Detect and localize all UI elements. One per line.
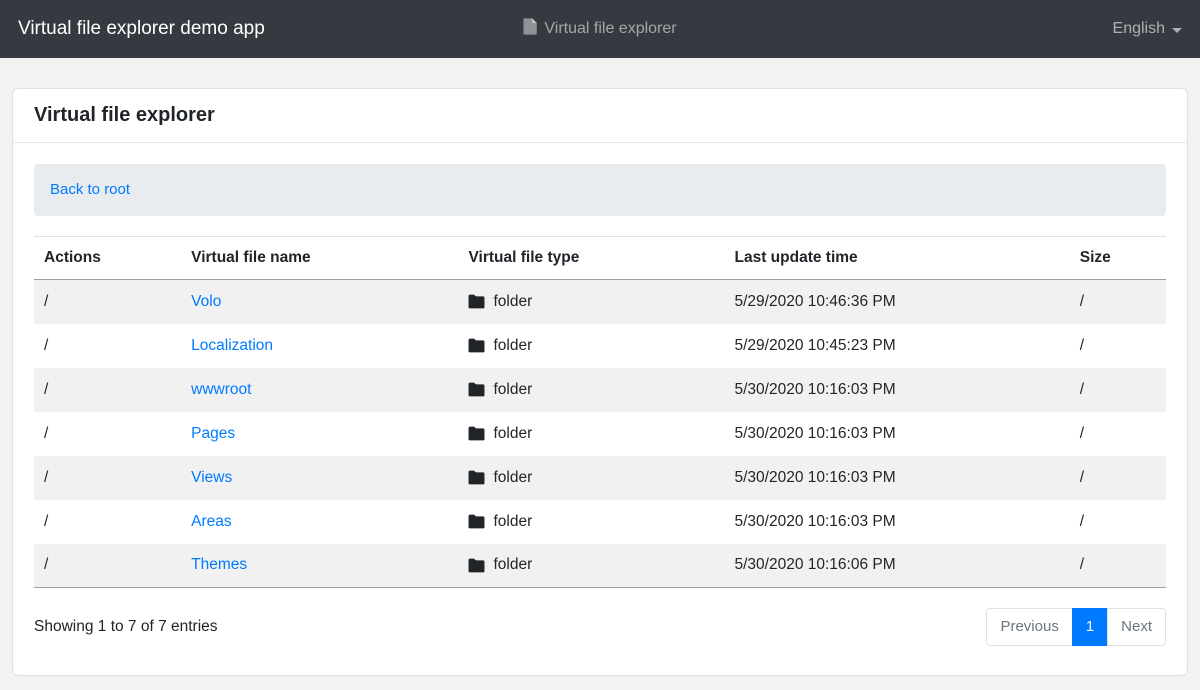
file-name-link[interactable]: wwwroot bbox=[191, 381, 251, 398]
folder-icon bbox=[468, 514, 485, 529]
file-type-label: folder bbox=[493, 556, 532, 574]
file-name-link[interactable]: Themes bbox=[191, 556, 247, 573]
file-type-label: folder bbox=[493, 337, 532, 355]
page-1-button[interactable]: 1 bbox=[1072, 608, 1108, 646]
size-cell: / bbox=[1070, 280, 1166, 324]
column-header-size: Size bbox=[1070, 237, 1166, 280]
file-name-link[interactable]: Areas bbox=[191, 513, 232, 530]
back-to-root-link[interactable]: Back to root bbox=[50, 181, 130, 198]
file-type-label: folder bbox=[493, 293, 532, 311]
size-cell: / bbox=[1070, 500, 1166, 544]
file-type-label: folder bbox=[493, 513, 532, 531]
navbar-page-label: Virtual file explorer bbox=[544, 20, 676, 38]
card-title: Virtual file explorer bbox=[13, 89, 1187, 143]
table-row: / Areas folder 5/30/2020 10:16:03 PM / bbox=[34, 500, 1166, 544]
actions-cell: / bbox=[34, 500, 181, 544]
size-cell: / bbox=[1070, 324, 1166, 368]
folder-icon bbox=[468, 294, 485, 309]
actions-cell: / bbox=[34, 456, 181, 500]
table-row: / Views folder 5/30/2020 10:16:03 PM / bbox=[34, 456, 1166, 500]
actions-cell: / bbox=[34, 324, 181, 368]
last-update-cell: 5/30/2020 10:16:03 PM bbox=[725, 456, 1070, 500]
column-header-file-name: Virtual file name bbox=[181, 237, 458, 280]
file-type-label: folder bbox=[493, 381, 532, 399]
pagination: Previous 1 Next bbox=[986, 608, 1166, 646]
table-row: / Localization folder 5/29/2020 10:45:23… bbox=[34, 324, 1166, 368]
folder-icon bbox=[468, 470, 485, 485]
last-update-cell: 5/30/2020 10:16:06 PM bbox=[725, 544, 1070, 588]
breadcrumb: Back to root bbox=[34, 164, 1166, 216]
table-body: / Volo folder 5/29/2020 10:46:36 PM / / … bbox=[34, 280, 1166, 588]
file-name-link[interactable]: Views bbox=[191, 469, 232, 486]
size-cell: / bbox=[1070, 368, 1166, 412]
actions-cell: / bbox=[34, 280, 181, 324]
last-update-cell: 5/30/2020 10:16:03 PM bbox=[725, 368, 1070, 412]
file-explorer-card: Virtual file explorer Back to root Actio… bbox=[12, 88, 1188, 676]
column-header-actions: Actions bbox=[34, 237, 181, 280]
language-label: English bbox=[1113, 20, 1165, 38]
last-update-cell: 5/29/2020 10:46:36 PM bbox=[725, 280, 1070, 324]
last-update-cell: 5/30/2020 10:16:03 PM bbox=[725, 412, 1070, 456]
app-brand[interactable]: Virtual file explorer demo app bbox=[18, 18, 265, 40]
last-update-cell: 5/29/2020 10:45:23 PM bbox=[725, 324, 1070, 368]
card-body: Back to root Actions Virtual file name V… bbox=[13, 143, 1187, 667]
file-icon bbox=[523, 18, 537, 40]
folder-icon bbox=[468, 338, 485, 353]
size-cell: / bbox=[1070, 544, 1166, 588]
table-header-row: Actions Virtual file name Virtual file t… bbox=[34, 237, 1166, 280]
file-table: Actions Virtual file name Virtual file t… bbox=[34, 236, 1166, 588]
caret-down-icon bbox=[1172, 28, 1182, 33]
table-footer: Showing 1 to 7 of 7 entries Previous 1 N… bbox=[34, 608, 1166, 646]
file-type-label: folder bbox=[493, 425, 532, 443]
actions-cell: / bbox=[34, 544, 181, 588]
actions-cell: / bbox=[34, 412, 181, 456]
table-row: / wwwroot folder 5/30/2020 10:16:03 PM / bbox=[34, 368, 1166, 412]
folder-icon bbox=[468, 382, 485, 397]
table-row: / Volo folder 5/29/2020 10:46:36 PM / bbox=[34, 280, 1166, 324]
column-header-last-update: Last update time bbox=[725, 237, 1070, 280]
file-type-label: folder bbox=[493, 469, 532, 487]
entries-info: Showing 1 to 7 of 7 entries bbox=[34, 618, 218, 636]
column-header-file-type: Virtual file type bbox=[458, 237, 724, 280]
language-dropdown[interactable]: English bbox=[1113, 20, 1182, 38]
next-page-button[interactable]: Next bbox=[1107, 608, 1166, 646]
file-name-link[interactable]: Localization bbox=[191, 337, 273, 354]
table-row: / Pages folder 5/30/2020 10:16:03 PM / bbox=[34, 412, 1166, 456]
navbar: Virtual file explorer demo app Virtual f… bbox=[0, 0, 1200, 58]
file-name-link[interactable]: Pages bbox=[191, 425, 235, 442]
file-name-link[interactable]: Volo bbox=[191, 293, 221, 310]
navbar-page-indicator: Virtual file explorer bbox=[523, 18, 676, 40]
table-row: / Themes folder 5/30/2020 10:16:06 PM / bbox=[34, 544, 1166, 588]
folder-icon bbox=[468, 558, 485, 573]
folder-icon bbox=[468, 426, 485, 441]
last-update-cell: 5/30/2020 10:16:03 PM bbox=[725, 500, 1070, 544]
actions-cell: / bbox=[34, 368, 181, 412]
size-cell: / bbox=[1070, 412, 1166, 456]
previous-page-button[interactable]: Previous bbox=[986, 608, 1072, 646]
size-cell: / bbox=[1070, 456, 1166, 500]
